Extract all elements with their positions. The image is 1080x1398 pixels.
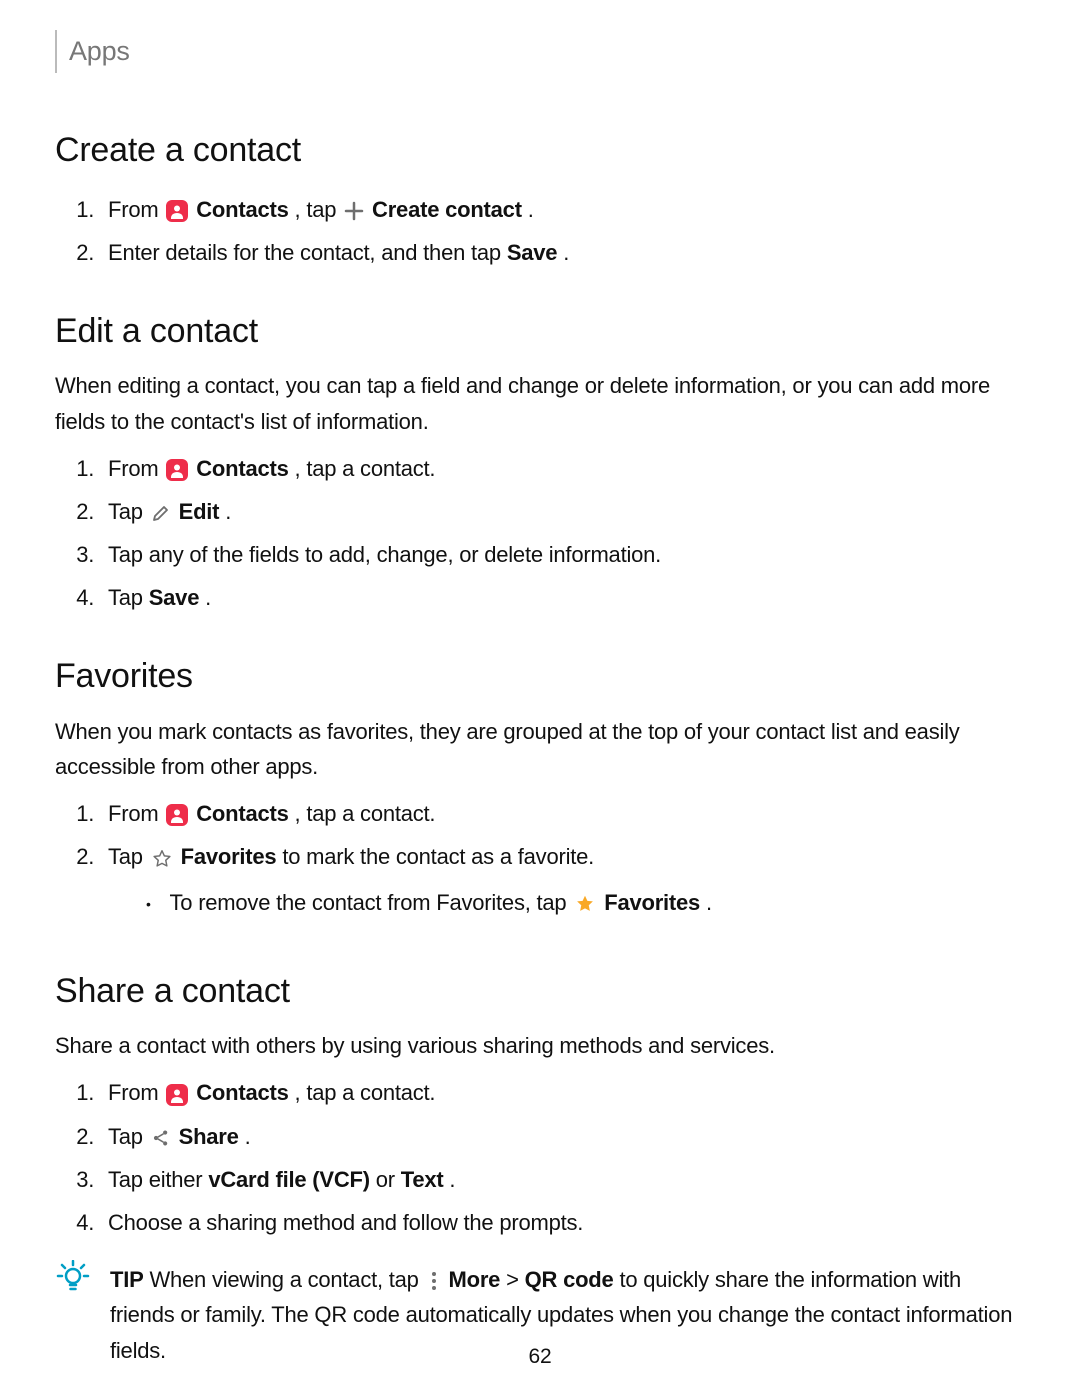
list-item: Enter details for the contact, and then … bbox=[100, 231, 1025, 274]
contacts-icon bbox=[166, 804, 188, 826]
qr-code-label: QR code bbox=[525, 1267, 614, 1292]
text: From bbox=[108, 801, 164, 826]
list-item: Tap Save . bbox=[100, 576, 1025, 619]
list-item: Tap Edit . bbox=[100, 490, 1025, 533]
share-description: Share a contact with others by using var… bbox=[55, 1028, 1025, 1063]
favorites-label: Favorites bbox=[181, 844, 277, 869]
save-label: Save bbox=[149, 585, 200, 610]
tip-bulb-icon bbox=[55, 1260, 91, 1306]
edit-description: When editing a contact, you can tap a fi… bbox=[55, 368, 1025, 438]
text: > bbox=[506, 1267, 525, 1292]
tip-label: TIP bbox=[110, 1267, 144, 1292]
heading-edit-contact: Edit a contact bbox=[55, 304, 1025, 358]
list-create: From Contacts , tap Create contact . Ent… bbox=[55, 188, 1025, 274]
share-icon bbox=[151, 1128, 171, 1148]
text: Enter details for the contact, and then … bbox=[108, 240, 507, 265]
text: Tap bbox=[108, 499, 149, 524]
list-item: From Contacts , tap Create contact . bbox=[100, 188, 1025, 231]
sublist: To remove the contact from Favorites, ta… bbox=[108, 881, 1025, 924]
star-outline-icon bbox=[151, 848, 173, 870]
text: . bbox=[205, 585, 211, 610]
text: Tap bbox=[108, 585, 149, 610]
page-header: Apps bbox=[55, 30, 1025, 73]
text: . bbox=[528, 197, 534, 222]
list-item: Tap any of the fields to add, change, or… bbox=[100, 533, 1025, 576]
contacts-label: Contacts bbox=[196, 801, 288, 826]
page-number: 62 bbox=[0, 1340, 1080, 1374]
text: to mark the contact as a favorite. bbox=[282, 844, 594, 869]
star-filled-icon bbox=[574, 893, 596, 915]
text: From bbox=[108, 1080, 164, 1105]
contacts-label: Contacts bbox=[196, 1080, 288, 1105]
text: To remove the contact from Favorites, ta… bbox=[170, 890, 573, 915]
list-item: Choose a sharing method and follow the p… bbox=[100, 1201, 1025, 1244]
heading-share-contact: Share a contact bbox=[55, 964, 1025, 1018]
text: or bbox=[376, 1167, 401, 1192]
list-item: Tap either vCard file (VCF) or Text . bbox=[100, 1158, 1025, 1201]
list-item: Tap Favorites to mark the contact as a f… bbox=[100, 835, 1025, 933]
edit-icon bbox=[151, 503, 171, 523]
favorites-description: When you mark contacts as favorites, the… bbox=[55, 714, 1025, 784]
text: Tap bbox=[108, 844, 149, 869]
list-favorites: From Contacts , tap a contact. Tap Favor… bbox=[55, 792, 1025, 934]
contacts-icon bbox=[166, 459, 188, 481]
contacts-icon bbox=[166, 1084, 188, 1106]
text: , tap a contact. bbox=[295, 1080, 436, 1105]
edit-label: Edit bbox=[179, 499, 220, 524]
text-label: Text bbox=[401, 1167, 444, 1192]
list-item: From Contacts , tap a contact. bbox=[100, 1071, 1025, 1114]
text: From bbox=[108, 197, 164, 222]
text: , tap a contact. bbox=[295, 801, 436, 826]
text: . bbox=[563, 240, 569, 265]
list-item: From Contacts , tap a contact. bbox=[100, 447, 1025, 490]
heading-favorites: Favorites bbox=[55, 649, 1025, 703]
more-icon bbox=[427, 1270, 441, 1292]
list-share: From Contacts , tap a contact. Tap Share… bbox=[55, 1071, 1025, 1244]
contacts-icon bbox=[166, 200, 188, 222]
text: . bbox=[225, 499, 231, 524]
list-item: From Contacts , tap a contact. bbox=[100, 792, 1025, 835]
text: , tap bbox=[295, 197, 343, 222]
list-item: To remove the contact from Favorites, ta… bbox=[138, 881, 1025, 924]
more-label: More bbox=[449, 1267, 501, 1292]
text: Tap either bbox=[108, 1167, 208, 1192]
favorites-label: Favorites bbox=[604, 890, 700, 915]
heading-create-contact: Create a contact bbox=[55, 123, 1025, 177]
vcard-label: vCard file (VCF) bbox=[208, 1167, 370, 1192]
share-label: Share bbox=[179, 1124, 239, 1149]
contacts-label: Contacts bbox=[196, 197, 288, 222]
text: From bbox=[108, 456, 164, 481]
text: , tap a contact. bbox=[295, 456, 436, 481]
text: When viewing a contact, tap bbox=[149, 1267, 424, 1292]
create-contact-label: Create contact bbox=[372, 197, 522, 222]
text: . bbox=[449, 1167, 455, 1192]
list-edit: From Contacts , tap a contact. Tap Edit … bbox=[55, 447, 1025, 620]
contacts-label: Contacts bbox=[196, 456, 288, 481]
text: . bbox=[706, 890, 712, 915]
list-item: Tap Share . bbox=[100, 1115, 1025, 1158]
save-label: Save bbox=[507, 240, 558, 265]
plus-icon bbox=[344, 201, 364, 221]
text: Tap bbox=[108, 1124, 149, 1149]
text: . bbox=[245, 1124, 251, 1149]
